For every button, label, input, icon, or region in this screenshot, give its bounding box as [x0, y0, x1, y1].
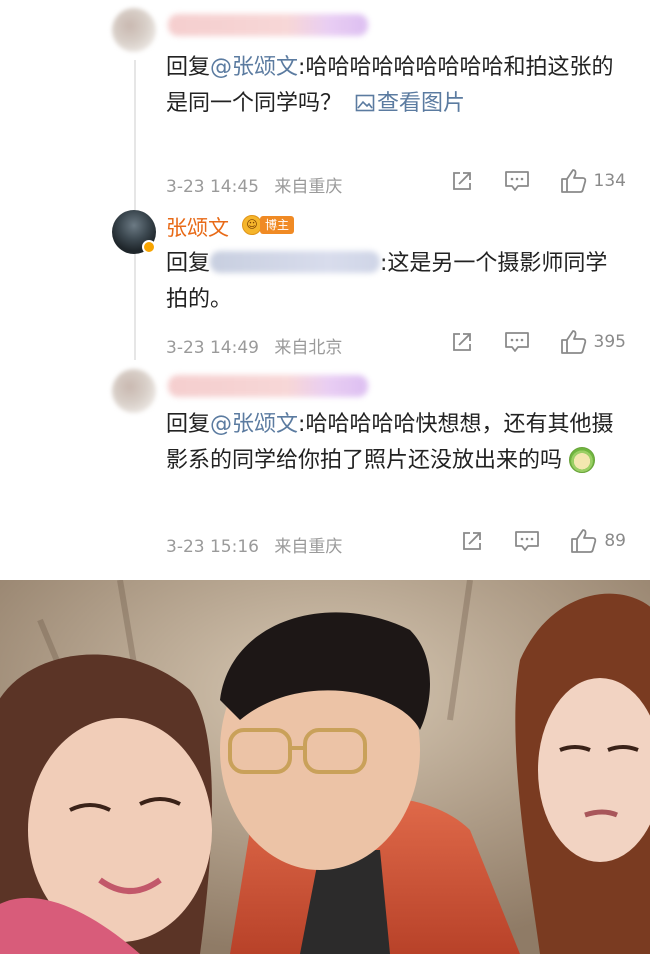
mention-link[interactable]: @张颂文: [210, 412, 298, 437]
comment-text: 回复@张颂文:哈哈哈哈哈哈哈哈哈和拍这张的是同一个同学吗？ 查看图片: [166, 50, 626, 122]
like-count: 395: [593, 332, 626, 352]
share-button[interactable]: [460, 529, 484, 553]
reply-prefix: 回复: [166, 412, 211, 437]
avatar[interactable]: [112, 369, 156, 413]
verified-badge-icon: [142, 240, 156, 254]
comment-thread: 回复@张颂文:哈哈哈哈哈哈哈哈哈和拍这张的是同一个同学吗？ 查看图片 3-23 …: [0, 0, 650, 580]
comment-icon: [504, 171, 529, 191]
reply-button[interactable]: [514, 529, 540, 553]
comment-meta: 3-23 14:45 来自重庆: [166, 172, 342, 197]
like-button[interactable]: 395: [560, 329, 626, 355]
thumbs-up-icon: [560, 169, 586, 193]
comment-text: 回复@张颂文:哈哈哈哈哈快想想，还有其他摄影系的同学给你拍了照片还没放出来的吗: [166, 407, 626, 479]
share-button[interactable]: [450, 169, 474, 193]
share-icon: [452, 333, 471, 351]
badge-label: 博主: [260, 216, 295, 234]
username-blurred[interactable]: [168, 375, 368, 397]
image-icon: [355, 94, 375, 112]
timestamp: 3-23 14:45: [166, 177, 259, 197]
username-blurred[interactable]: [168, 14, 368, 36]
like-button[interactable]: 89: [570, 528, 626, 554]
mention-link[interactable]: @张颂文: [210, 55, 298, 80]
comment-actions: 395: [450, 329, 626, 355]
comment-actions: 89: [460, 528, 626, 554]
reply-button[interactable]: [504, 330, 530, 354]
like-button[interactable]: 134: [560, 168, 626, 194]
thumbs-up-icon: [560, 330, 586, 354]
comment-meta: 3-23 15:16 来自重庆: [166, 532, 342, 557]
location: 来自重庆: [274, 177, 343, 197]
like-count: 134: [593, 171, 626, 191]
share-button[interactable]: [450, 330, 474, 354]
view-image-label[interactable]: 查看图片: [377, 91, 465, 116]
reply-prefix: 回复: [166, 55, 211, 80]
blogger-badge: ☺ 博主: [242, 215, 295, 235]
reply-prefix: 回复: [166, 251, 211, 276]
author-name[interactable]: 张颂文: [166, 212, 229, 242]
comment-icon: [515, 531, 540, 551]
location: 来自重庆: [274, 537, 343, 557]
comment-text: 回复:这是另一个摄影师同学拍的。: [166, 246, 626, 318]
comment-actions: 134: [450, 168, 626, 194]
photo-illustration: [0, 580, 650, 954]
leaf-emoji-icon: [569, 447, 596, 473]
comment-2: 张颂文 ☺ 博主 回复:这是另一个摄影师同学拍的。 3-23 14:49 来自北…: [0, 200, 650, 365]
share-icon: [452, 172, 471, 190]
comment-icon: [504, 332, 529, 352]
reply-button[interactable]: [504, 169, 530, 193]
mention-blurred[interactable]: [210, 251, 381, 273]
badge-face-icon: ☺: [242, 215, 262, 235]
photo[interactable]: [0, 580, 650, 954]
location: 来自北京: [274, 338, 343, 358]
comment-meta: 3-23 14:49 来自北京: [166, 333, 342, 358]
view-image-link[interactable]: 查看图片: [349, 91, 465, 116]
share-icon: [463, 532, 482, 550]
thumbs-up-icon: [571, 529, 597, 553]
timestamp: 3-23 15:16: [166, 537, 259, 557]
like-count: 89: [604, 531, 626, 551]
avatar[interactable]: [112, 8, 156, 52]
timestamp: 3-23 14:49: [166, 338, 259, 358]
comment-3: 回复@张颂文:哈哈哈哈哈快想想，还有其他摄影系的同学给你拍了照片还没放出来的吗 …: [0, 365, 650, 580]
comment-1: 回复@张颂文:哈哈哈哈哈哈哈哈哈和拍这张的是同一个同学吗？ 查看图片 3-23 …: [0, 0, 650, 200]
